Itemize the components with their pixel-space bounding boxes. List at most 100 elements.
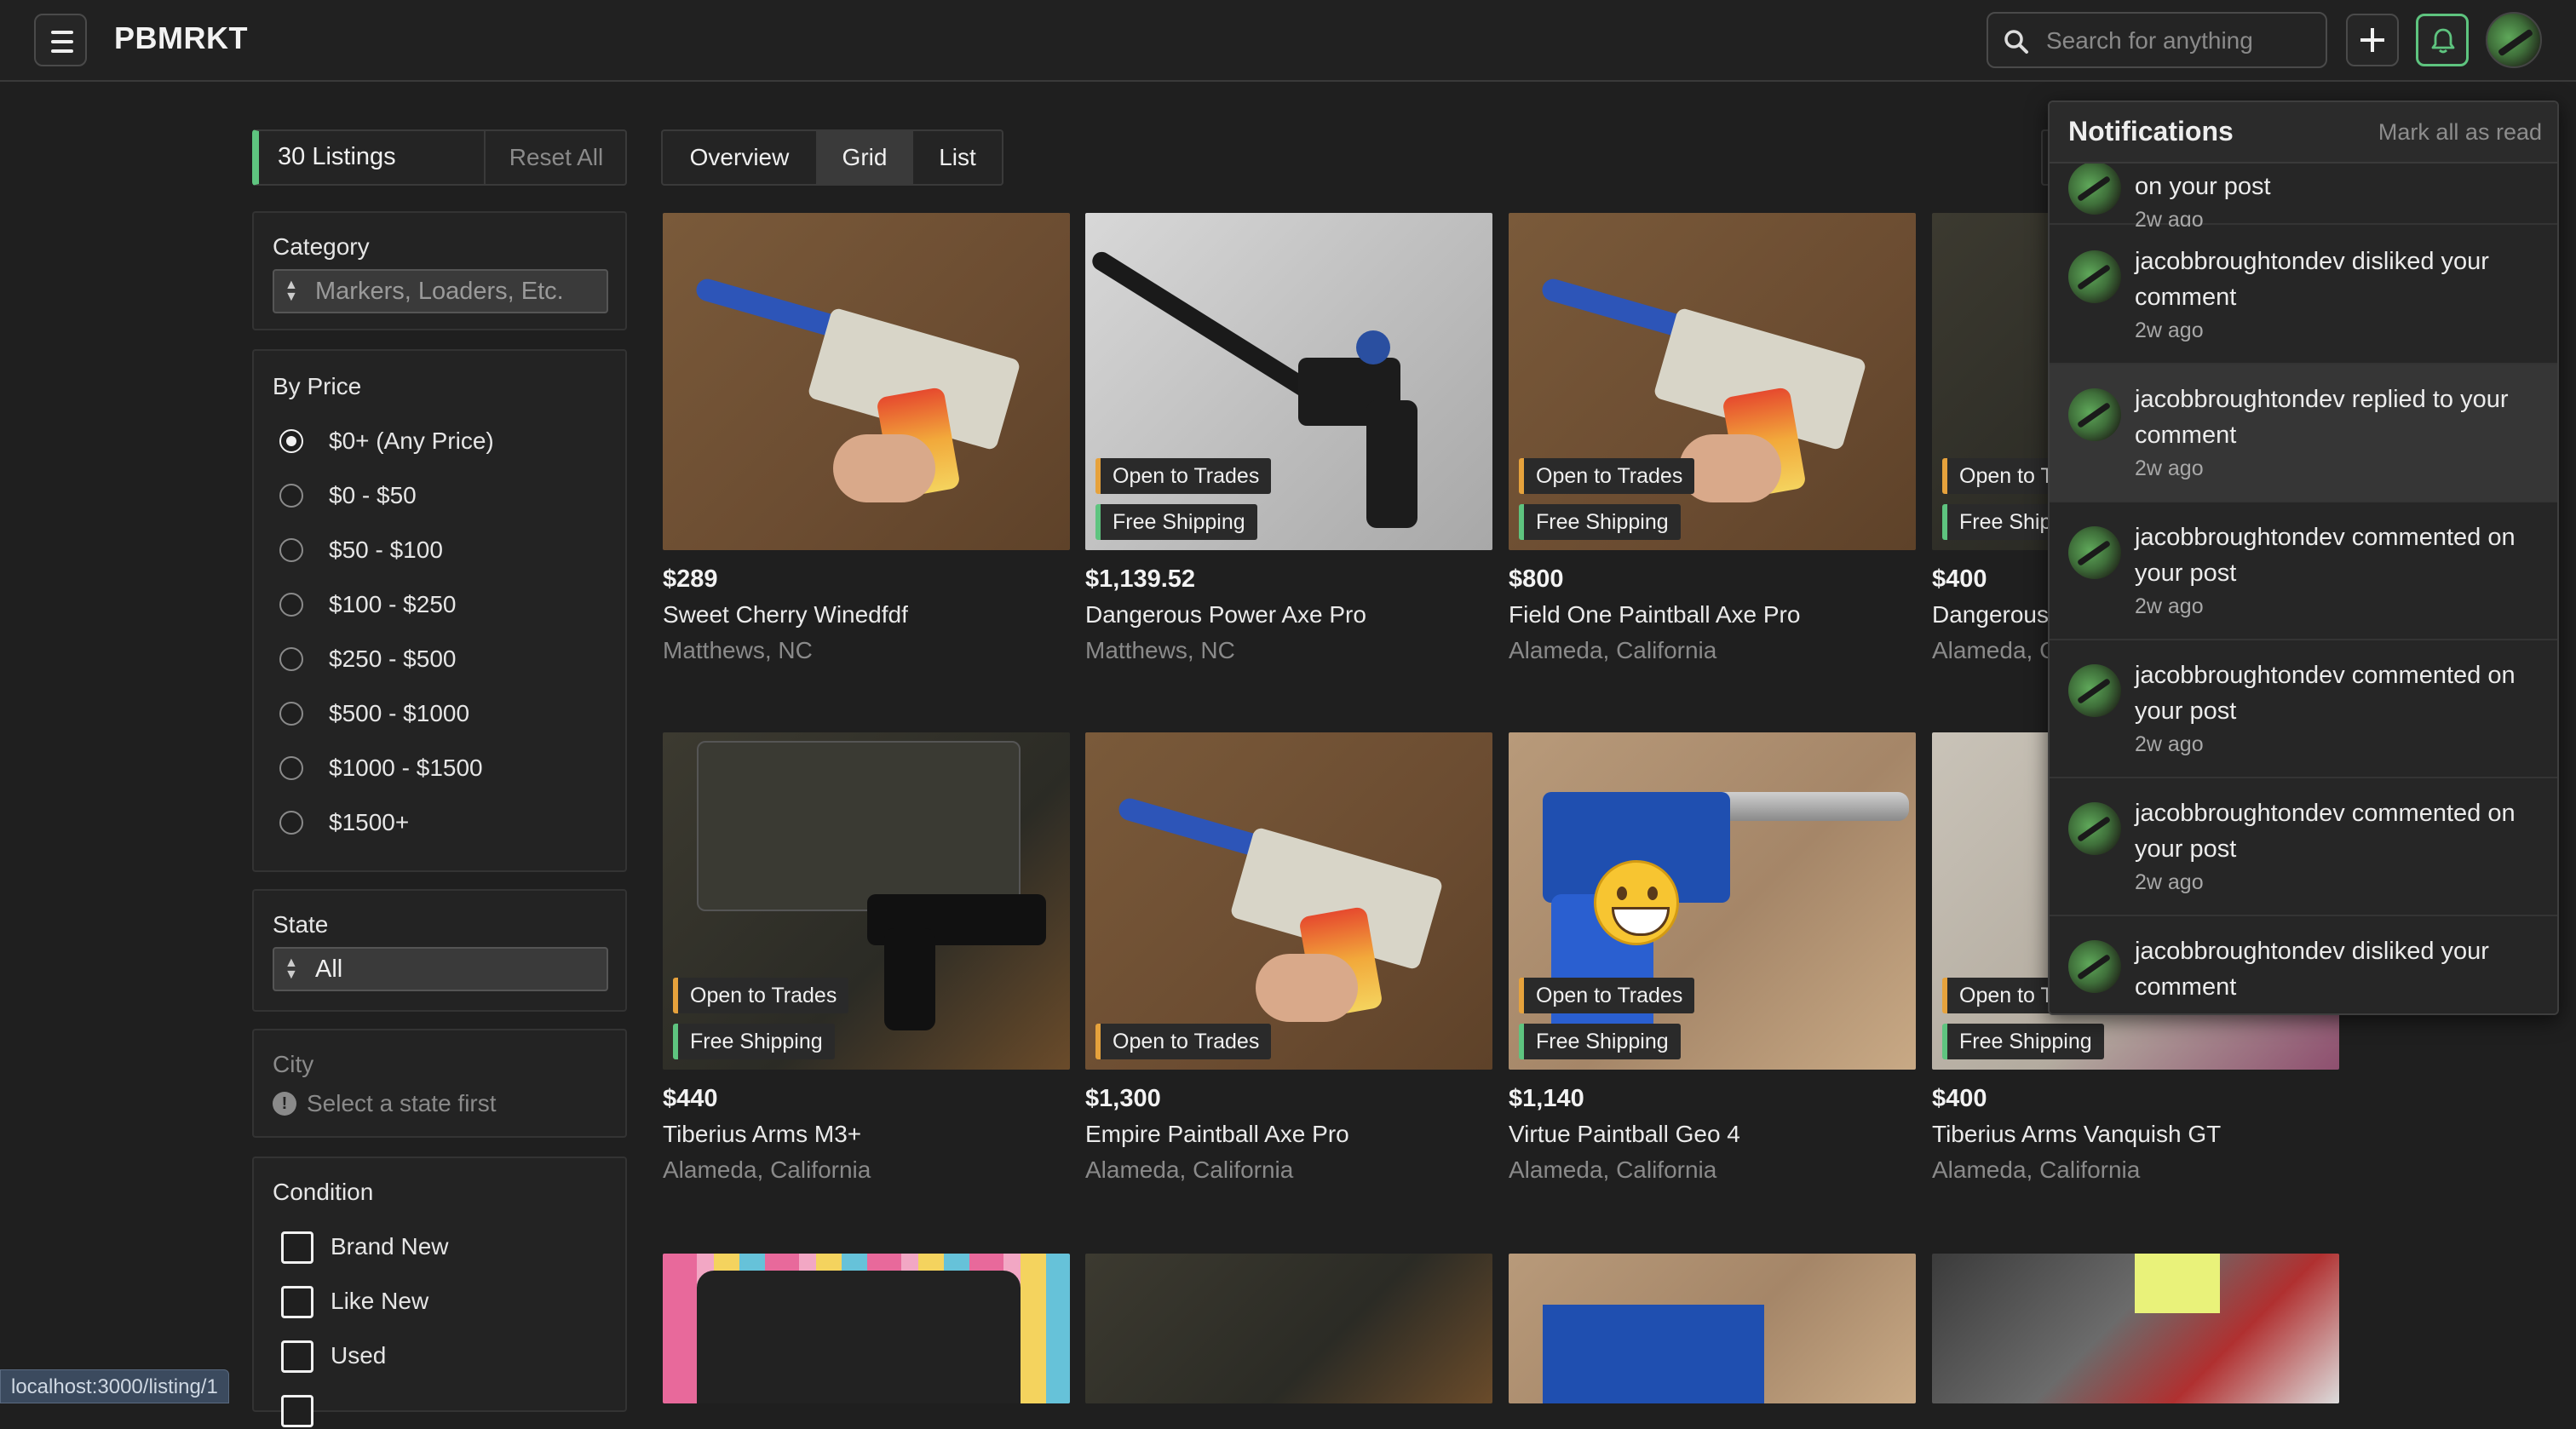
- marker-photo: [693, 238, 1055, 528]
- notification-time: 2w ago: [2135, 732, 2204, 756]
- listing-price: $1,140: [1509, 1085, 1584, 1112]
- listing-image[interactable]: Open to Trades Free Shipping: [1509, 732, 1916, 1070]
- hamburger-icon-line: [51, 49, 73, 53]
- notification-time: 2w ago: [2135, 870, 2204, 894]
- notification-text: on your post: [2135, 173, 2271, 200]
- search-bar[interactable]: [1987, 12, 2327, 68]
- listing-image[interactable]: Open to Trades Free Shipping: [1085, 213, 1492, 550]
- price-filter: By Price $0+ (Any Price) $0 - $50 $50 - …: [252, 349, 627, 872]
- radio[interactable]: [279, 756, 303, 780]
- notification-text: jacobbroughtondev commented on your post: [2135, 800, 2516, 863]
- tab-list[interactable]: List: [911, 131, 1002, 184]
- listing-title[interactable]: Tiberius Arms Vanquish GT: [1932, 1121, 2221, 1148]
- radio[interactable]: [279, 593, 303, 617]
- notification-text: jacobbroughtondev disliked your comment: [2135, 248, 2489, 311]
- checkbox[interactable]: [281, 1340, 313, 1373]
- listing-card[interactable]: Open to Trades $1,300 Empire Paintball A…: [1085, 732, 1492, 1209]
- listing-card[interactable]: Open to Trades Free Shipping $440 Tiberi…: [663, 732, 1070, 1209]
- open-to-trades-badge: Open to Trades: [1519, 458, 1695, 494]
- listing-card[interactable]: Open to Trades Free Shipping $1,140 Virt…: [1509, 732, 1916, 1209]
- notification-avatar: [2068, 164, 2121, 215]
- condition-option-label: Brand New: [331, 1233, 449, 1260]
- category-select[interactable]: ▲ ▼ Markers, Loaders, Etc.: [273, 269, 608, 313]
- notification-item[interactable]: jacobbroughtondev commented on your post…: [2050, 502, 2557, 640]
- radio[interactable]: [279, 811, 303, 835]
- tab-overview[interactable]: Overview: [663, 131, 816, 184]
- condition-option-label: Used: [331, 1342, 387, 1369]
- select-arrows-icon: ▲ ▼: [285, 278, 298, 304]
- listing-image[interactable]: [1932, 1254, 2339, 1403]
- checkbox[interactable]: [281, 1286, 313, 1318]
- radio[interactable]: [279, 484, 303, 508]
- checkbox[interactable]: [281, 1395, 313, 1427]
- notification-item[interactable]: jacobbroughtondev disliked your comment …: [2050, 227, 2557, 364]
- listing-title[interactable]: Empire Paintball Axe Pro: [1085, 1121, 1349, 1148]
- listing-image[interactable]: [663, 1254, 1070, 1403]
- listing-title[interactable]: Tiberius Arms M3+: [663, 1121, 861, 1148]
- listing-image[interactable]: Open to Trades: [1085, 732, 1492, 1070]
- price-option-label: $0+ (Any Price): [329, 428, 494, 454]
- radio-selected[interactable]: [279, 429, 303, 453]
- menu-button[interactable]: [34, 14, 87, 66]
- open-to-trades-badge: Open to Trades: [1519, 978, 1695, 1013]
- notification-item[interactable]: jacobbroughtondev disliked your comment: [2050, 916, 2557, 1013]
- listing-image[interactable]: Open to Trades Free Shipping: [1509, 213, 1916, 550]
- radio[interactable]: [279, 647, 303, 671]
- tab-grid[interactable]: Grid: [816, 131, 911, 184]
- listing-card[interactable]: $289 Sweet Cherry Winedfdf Matthews, NC: [663, 213, 1070, 690]
- free-shipping-badge: Free Shipping: [1519, 504, 1681, 540]
- city-filter: City ! Select a state first: [252, 1029, 627, 1138]
- free-shipping-badge: Free Shipping: [1942, 1024, 2104, 1059]
- user-avatar[interactable]: [2486, 12, 2542, 68]
- notification-text: jacobbroughtondev replied to your commen…: [2135, 386, 2509, 449]
- listing-title[interactable]: Sweet Cherry Winedfdf: [663, 601, 908, 628]
- notification-text: jacobbroughtondev commented on your post: [2135, 662, 2516, 725]
- notification-avatar: [2068, 526, 2121, 579]
- app-logo[interactable]: PBMRKT: [114, 20, 248, 56]
- add-listing-button[interactable]: [2346, 14, 2399, 66]
- listing-image[interactable]: [1085, 1254, 1492, 1403]
- category-filter: Category ▲ ▼ Markers, Loaders, Etc.: [252, 211, 627, 330]
- open-to-trades-badge: Open to Trades: [1095, 1024, 1272, 1059]
- state-filter: State ▲ ▼ All: [252, 889, 627, 1012]
- notification-item[interactable]: jacobbroughtondev commented on your post…: [2050, 640, 2557, 778]
- notification-time: 2w ago: [2135, 456, 2204, 480]
- bell-icon: [2431, 28, 2455, 54]
- notifications-header: Notifications Mark all as read: [2050, 102, 2557, 164]
- listing-image[interactable]: [663, 213, 1070, 550]
- radio[interactable]: [279, 538, 303, 562]
- reset-all-button[interactable]: Reset All: [484, 131, 627, 184]
- radio[interactable]: [279, 702, 303, 726]
- mark-all-read-button[interactable]: Mark all as read: [2378, 119, 2542, 146]
- notification-item[interactable]: jacobbroughtondev commented on your post…: [2050, 778, 2557, 916]
- listing-card[interactable]: Open to Trades Free Shipping $1,139.52 D…: [1085, 213, 1492, 690]
- listing-location: Alameda, California: [663, 1156, 871, 1183]
- marker-photo: [1085, 213, 1492, 550]
- price-option-label: $0 - $50: [329, 482, 417, 508]
- listing-title[interactable]: Dangerous: [1932, 601, 2049, 628]
- checkbox[interactable]: [281, 1231, 313, 1264]
- price-option-label: $100 - $250: [329, 591, 457, 617]
- listing-image[interactable]: Open to Trades Free Shipping: [663, 732, 1070, 1070]
- notifications-button[interactable]: [2416, 14, 2469, 66]
- listing-location: Alameda, C: [1932, 637, 2057, 663]
- city-label: City: [273, 1051, 314, 1077]
- listing-card[interactable]: Open to Trades Free Shipping $800 Field …: [1509, 213, 1916, 690]
- listing-image[interactable]: [1509, 1254, 1916, 1403]
- notifications-list[interactable]: on your post 2w ago jacobbroughtondev di…: [2050, 164, 2557, 1013]
- price-option-label: $500 - $1000: [329, 700, 470, 726]
- category-placeholder: Markers, Loaders, Etc.: [315, 278, 564, 305]
- listing-location: Matthews, NC: [663, 637, 813, 663]
- notification-item[interactable]: on your post 2w ago: [2050, 164, 2557, 232]
- search-input[interactable]: [2044, 22, 2317, 60]
- listing-title[interactable]: Dangerous Power Axe Pro: [1085, 601, 1366, 628]
- notification-time: 2w ago: [2135, 319, 2204, 342]
- listing-title[interactable]: Field One Paintball Axe Pro: [1509, 601, 1800, 628]
- notification-item[interactable]: jacobbroughtondev replied to your commen…: [2050, 364, 2557, 502]
- listing-title[interactable]: Virtue Paintball Geo 4: [1509, 1121, 1740, 1148]
- notification-avatar: [2068, 250, 2121, 303]
- price-label: By Price: [273, 373, 362, 399]
- state-select[interactable]: ▲ ▼ All: [273, 947, 608, 991]
- hamburger-icon: [51, 31, 73, 34]
- condition-option-label: Like New: [331, 1288, 429, 1314]
